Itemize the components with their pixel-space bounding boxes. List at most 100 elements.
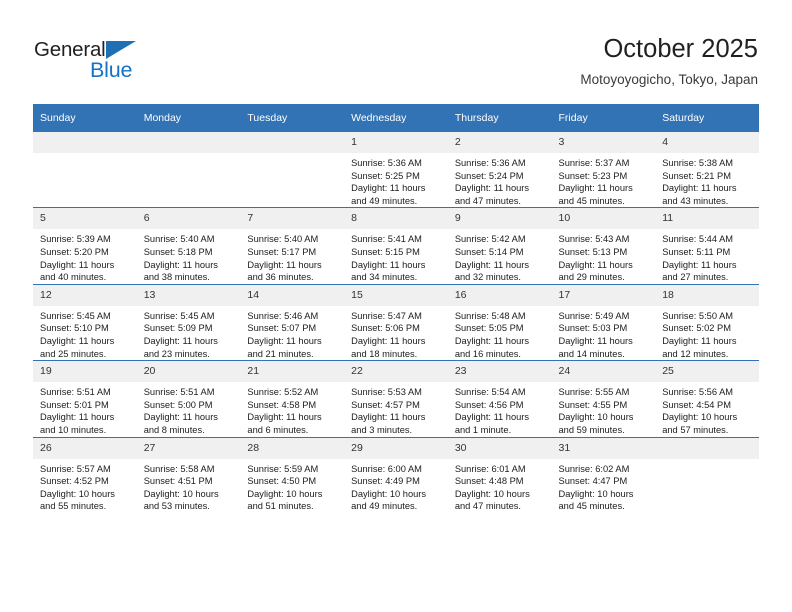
calendar-day-cell[interactable]: 26 Sunrise: 5:57 AM Sunset: 4:52 PM Dayligh… — [33, 436, 137, 513]
daylight-text-line2: and 16 minutes. — [454, 348, 521, 359]
sunrise-text: Sunrise: 5:45 AM — [143, 310, 215, 321]
general-blue-logo[interactable]: General Blue — [34, 38, 194, 84]
calendar-day-cell[interactable]: 25 Sunrise: 5:56 AM Sunset: 4:54 PM Dayligh… — [655, 360, 759, 437]
day-cell-inner: 19 Sunrise: 5:51 AM Sunset: 5:01 PM Dayligh… — [33, 361, 137, 436]
day-details: Sunrise: 5:55 AM Sunset: 4:55 PM Daylight:… — [552, 382, 656, 436]
calendar-day-cell[interactable]: 30 Sunrise: 6:01 AM Sunset: 4:48 PM Dayligh… — [447, 436, 552, 513]
calendar-day-cell[interactable]: 12 Sunrise: 5:45 AM Sunset: 5:10 PM Dayligh… — [33, 283, 137, 361]
day-cell-inner: 15 Sunrise: 5:47 AM Sunset: 5:06 PM Dayligh… — [344, 284, 448, 360]
day-number: 28 — [240, 437, 345, 459]
day-cell-inner: 3 Sunrise: 5:37 AM Sunset: 5:23 PM Daylight… — [551, 132, 656, 207]
daylight-text-line2: and 8 minutes. — [143, 424, 205, 435]
day-cell-inner: 10 Sunrise: 5:43 AM Sunset: 5:13 PM Dayligh… — [551, 208, 656, 283]
calendar-day-cell[interactable]: 19 Sunrise: 5:51 AM Sunset: 5:01 PM Dayligh… — [33, 360, 137, 437]
weekday-header-monday: Monday — [136, 104, 241, 132]
sunset-text: Sunset: 4:54 PM — [662, 399, 731, 410]
day-cell-inner: 9 Sunrise: 5:42 AM Sunset: 5:14 PM Daylight… — [447, 208, 552, 283]
calendar-day-cell[interactable]: 1 Sunrise: 5:36 AM Sunset: 5:25 PM Daylight… — [344, 132, 448, 208]
day-cell-inner: 26 Sunrise: 5:57 AM Sunset: 4:52 PM Dayligh… — [33, 437, 137, 513]
day-cell-inner: 25 Sunrise: 5:56 AM Sunset: 4:54 PM Dayligh… — [655, 361, 759, 436]
calendar-day-cell[interactable]: 16 Sunrise: 5:48 AM Sunset: 5:05 PM Dayligh… — [447, 283, 552, 361]
calendar-day-cell[interactable]: 31 Sunrise: 6:02 AM Sunset: 4:47 PM Dayligh… — [551, 436, 656, 513]
calendar-day-cell[interactable]: 10 Sunrise: 5:43 AM Sunset: 5:13 PM Dayligh… — [551, 207, 656, 285]
calendar-day-cell[interactable]: 2 Sunrise: 5:36 AM Sunset: 5:24 PM Daylight… — [447, 132, 552, 208]
sunset-text: Sunset: 5:01 PM — [40, 399, 109, 410]
daylight-text-line1: Daylight: 11 hours — [247, 259, 322, 270]
sunset-text: Sunset: 5:02 PM — [662, 323, 731, 334]
day-number: 26 — [33, 437, 137, 459]
day-number: 6 — [136, 208, 241, 230]
sunrise-text: Sunrise: 5:50 AM — [662, 310, 734, 321]
daylight-text-line2: and 43 minutes. — [662, 195, 729, 206]
sunset-text: Sunset: 5:09 PM — [143, 323, 213, 334]
calendar-day-cell[interactable]: 8 Sunrise: 5:41 AM Sunset: 5:15 PM Daylight… — [344, 207, 448, 285]
day-cell-inner: 18 Sunrise: 5:50 AM Sunset: 5:02 PM Dayligh… — [655, 284, 759, 360]
sunrise-text: Sunrise: 5:43 AM — [558, 234, 630, 245]
calendar-week-row: 5 Sunrise: 5:39 AM Sunset: 5:20 PM Daylight… — [33, 207, 759, 285]
calendar-day-cell[interactable]: 21 Sunrise: 5:52 AM Sunset: 4:58 PM Dayligh… — [240, 360, 345, 437]
daylight-text-line2: and 45 minutes. — [558, 501, 625, 512]
day-details: Sunrise: 5:40 AM Sunset: 5:17 PM Daylight:… — [240, 229, 344, 283]
calendar-day-cell[interactable]: 6 Sunrise: 5:40 AM Sunset: 5:18 PM Daylight… — [136, 207, 241, 285]
sunset-text: Sunset: 5:23 PM — [558, 170, 628, 181]
calendar-day-cell[interactable]: 15 Sunrise: 5:47 AM Sunset: 5:06 PM Dayligh… — [344, 283, 448, 361]
sunset-text: Sunset: 5:13 PM — [558, 246, 628, 257]
calendar-day-cell[interactable]: 7 Sunrise: 5:40 AM Sunset: 5:17 PM Daylight… — [240, 207, 345, 285]
day-details: Sunrise: 6:00 AM Sunset: 4:49 PM Daylight:… — [344, 459, 448, 513]
daylight-text-line1: Daylight: 11 hours — [351, 412, 426, 423]
sunset-text: Sunset: 5:17 PM — [247, 246, 317, 257]
sunrise-text: Sunrise: 5:55 AM — [558, 387, 630, 398]
calendar-week-row: 26 Sunrise: 5:57 AM Sunset: 4:52 PM Dayligh… — [33, 436, 759, 513]
calendar-day-cell[interactable]: 18 Sunrise: 5:50 AM Sunset: 5:02 PM Dayligh… — [655, 283, 759, 361]
calendar-day-cell[interactable]: 22 Sunrise: 5:53 AM Sunset: 4:57 PM Dayligh… — [344, 360, 448, 437]
calendar-day-cell[interactable]: 14 Sunrise: 5:46 AM Sunset: 5:07 PM Dayligh… — [240, 283, 345, 361]
sunrise-text: Sunrise: 5:53 AM — [351, 387, 422, 398]
sunrise-text: Sunrise: 5:48 AM — [454, 310, 526, 321]
day-number: 5 — [33, 208, 137, 230]
day-number: 22 — [344, 361, 448, 383]
day-number: 15 — [344, 284, 448, 306]
daylight-text-line2: and 47 minutes. — [454, 195, 521, 206]
calendar-day-cell[interactable]: 23 Sunrise: 5:54 AM Sunset: 4:56 PM Dayligh… — [447, 360, 552, 437]
day-number: 21 — [240, 361, 345, 383]
calendar-day-cell[interactable]: 4 Sunrise: 5:38 AM Sunset: 5:21 PM Daylight… — [655, 132, 759, 208]
calendar-day-cell[interactable]: 29 Sunrise: 6:00 AM Sunset: 4:49 PM Dayligh… — [344, 436, 448, 513]
calendar-day-cell[interactable]: 11 Sunrise: 5:44 AM Sunset: 5:11 PM Dayligh… — [655, 207, 759, 285]
daylight-text-line2: and 34 minutes. — [351, 272, 418, 283]
sunset-text: Sunset: 4:57 PM — [351, 399, 420, 410]
daylight-text-line1: Daylight: 11 hours — [143, 412, 218, 423]
calendar-day-cell[interactable]: 9 Sunrise: 5:42 AM Sunset: 5:14 PM Daylight… — [447, 207, 552, 285]
sunset-text: Sunset: 5:21 PM — [662, 170, 731, 181]
weekday-header-saturday: Saturday — [655, 104, 759, 132]
calendar-cell-empty — [655, 436, 759, 513]
sunrise-text: Sunrise: 5:57 AM — [40, 463, 111, 474]
calendar-day-cell[interactable]: 5 Sunrise: 5:39 AM Sunset: 5:20 PM Daylight… — [33, 207, 137, 285]
day-details: Sunrise: 5:42 AM Sunset: 5:14 PM Daylight:… — [448, 229, 552, 283]
day-details: Sunrise: 5:49 AM Sunset: 5:03 PM Daylight:… — [552, 306, 656, 360]
weekday-header-wednesday: Wednesday — [344, 104, 448, 132]
calendar-day-cell[interactable]: 3 Sunrise: 5:37 AM Sunset: 5:23 PM Daylight… — [551, 132, 656, 208]
day-cell-inner: 23 Sunrise: 5:54 AM Sunset: 4:56 PM Dayligh… — [447, 361, 552, 436]
day-cell-inner: 29 Sunrise: 6:00 AM Sunset: 4:49 PM Dayligh… — [344, 437, 448, 513]
day-cell-inner: 27 Sunrise: 5:58 AM Sunset: 4:51 PM Dayligh… — [136, 437, 241, 513]
calendar-day-cell[interactable]: 20 Sunrise: 5:51 AM Sunset: 5:00 PM Dayligh… — [136, 360, 241, 437]
calendar-day-cell[interactable]: 28 Sunrise: 5:59 AM Sunset: 4:50 PM Dayligh… — [240, 436, 345, 513]
day-number: 29 — [344, 437, 448, 459]
day-details: Sunrise: 5:39 AM Sunset: 5:20 PM Daylight:… — [33, 229, 137, 283]
day-number: 23 — [447, 361, 552, 383]
calendar-day-cell[interactable]: 17 Sunrise: 5:49 AM Sunset: 5:03 PM Dayligh… — [551, 283, 656, 361]
sunset-text: Sunset: 4:50 PM — [247, 476, 317, 487]
daylight-text-line1: Daylight: 11 hours — [454, 412, 530, 423]
daylight-text-line1: Daylight: 10 hours — [558, 412, 634, 423]
day-details: Sunrise: 5:43 AM Sunset: 5:13 PM Daylight:… — [552, 229, 656, 283]
calendar-day-cell[interactable]: 27 Sunrise: 5:58 AM Sunset: 4:51 PM Dayligh… — [136, 436, 241, 513]
sunset-text: Sunset: 4:56 PM — [454, 399, 524, 410]
sunrise-text: Sunrise: 5:56 AM — [662, 387, 734, 398]
day-cell-inner: 24 Sunrise: 5:55 AM Sunset: 4:55 PM Dayligh… — [551, 361, 656, 436]
calendar-day-cell[interactable]: 24 Sunrise: 5:55 AM Sunset: 4:55 PM Dayligh… — [551, 360, 656, 437]
sunrise-text: Sunrise: 5:51 AM — [143, 387, 215, 398]
calendar-cell-empty — [240, 132, 345, 208]
sunrise-text: Sunrise: 5:46 AM — [247, 310, 319, 321]
calendar-day-cell[interactable]: 13 Sunrise: 5:45 AM Sunset: 5:09 PM Dayligh… — [136, 283, 241, 361]
day-cell-inner: 5 Sunrise: 5:39 AM Sunset: 5:20 PM Daylight… — [33, 208, 137, 283]
